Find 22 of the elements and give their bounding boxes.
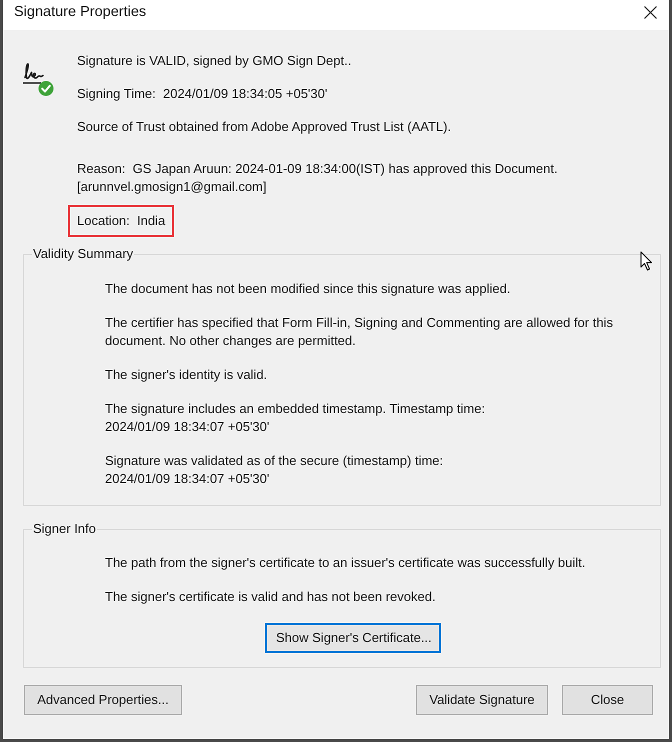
close-button[interactable]: [641, 3, 659, 21]
signature-info-text: Location: India: [68, 205, 174, 237]
status-message: The certifier has specified that Form Fill-in, Signing and Commenting are allowed for this document. No other changes are permitted.: [105, 314, 614, 350]
group-title: Signer Info: [32, 520, 97, 538]
close-dialog-button[interactable]: Close: [562, 685, 653, 715]
status-message: The signature includes an embedded timestamp. Timestamp time: 2024/01/09 18:34:07 +05'30': [105, 400, 486, 436]
status-message: The document has not been modified since this signature was applied.: [105, 280, 510, 298]
status-message: The signer's identity is valid.: [105, 366, 268, 384]
status-message: Signature was validated as of the secure (timestamp) time: 2024/01/09 18:34:07 +05'30': [105, 452, 444, 488]
validate-signature-button[interactable]: Validate Signature: [416, 685, 548, 715]
status-message: The path from the signer's certificate to an issuer's certificate was successfully built.: [105, 554, 586, 572]
signature-info-text: Signing Time: 2024/01/09 18:34:05 +05'30': [77, 85, 328, 103]
mouse-pointer-icon: [640, 251, 653, 271]
status-message: The signer's certificate is valid and has not been revoked.: [105, 588, 436, 606]
signature-info-text: Source of Trust obtained from Adobe Approved Trust List (AATL).: [77, 118, 452, 136]
signature-info-text: Reason: GS Japan Aruun: 2024-01-09 18:34:00(IST) has approved this Document. [arunnvel.gmosign1@gmail.com]: [77, 160, 559, 196]
close-icon: [644, 6, 656, 18]
window-title: Signature Properties: [14, 3, 146, 22]
show-certificate-button[interactable]: Show Signer's Certificate...: [265, 623, 441, 653]
advanced-properties-button[interactable]: Advanced Properties...: [24, 685, 182, 715]
group-title: Validity Summary: [32, 245, 134, 263]
signature-info-text: Signature is VALID, signed by GMO Sign Dept..: [77, 52, 352, 70]
